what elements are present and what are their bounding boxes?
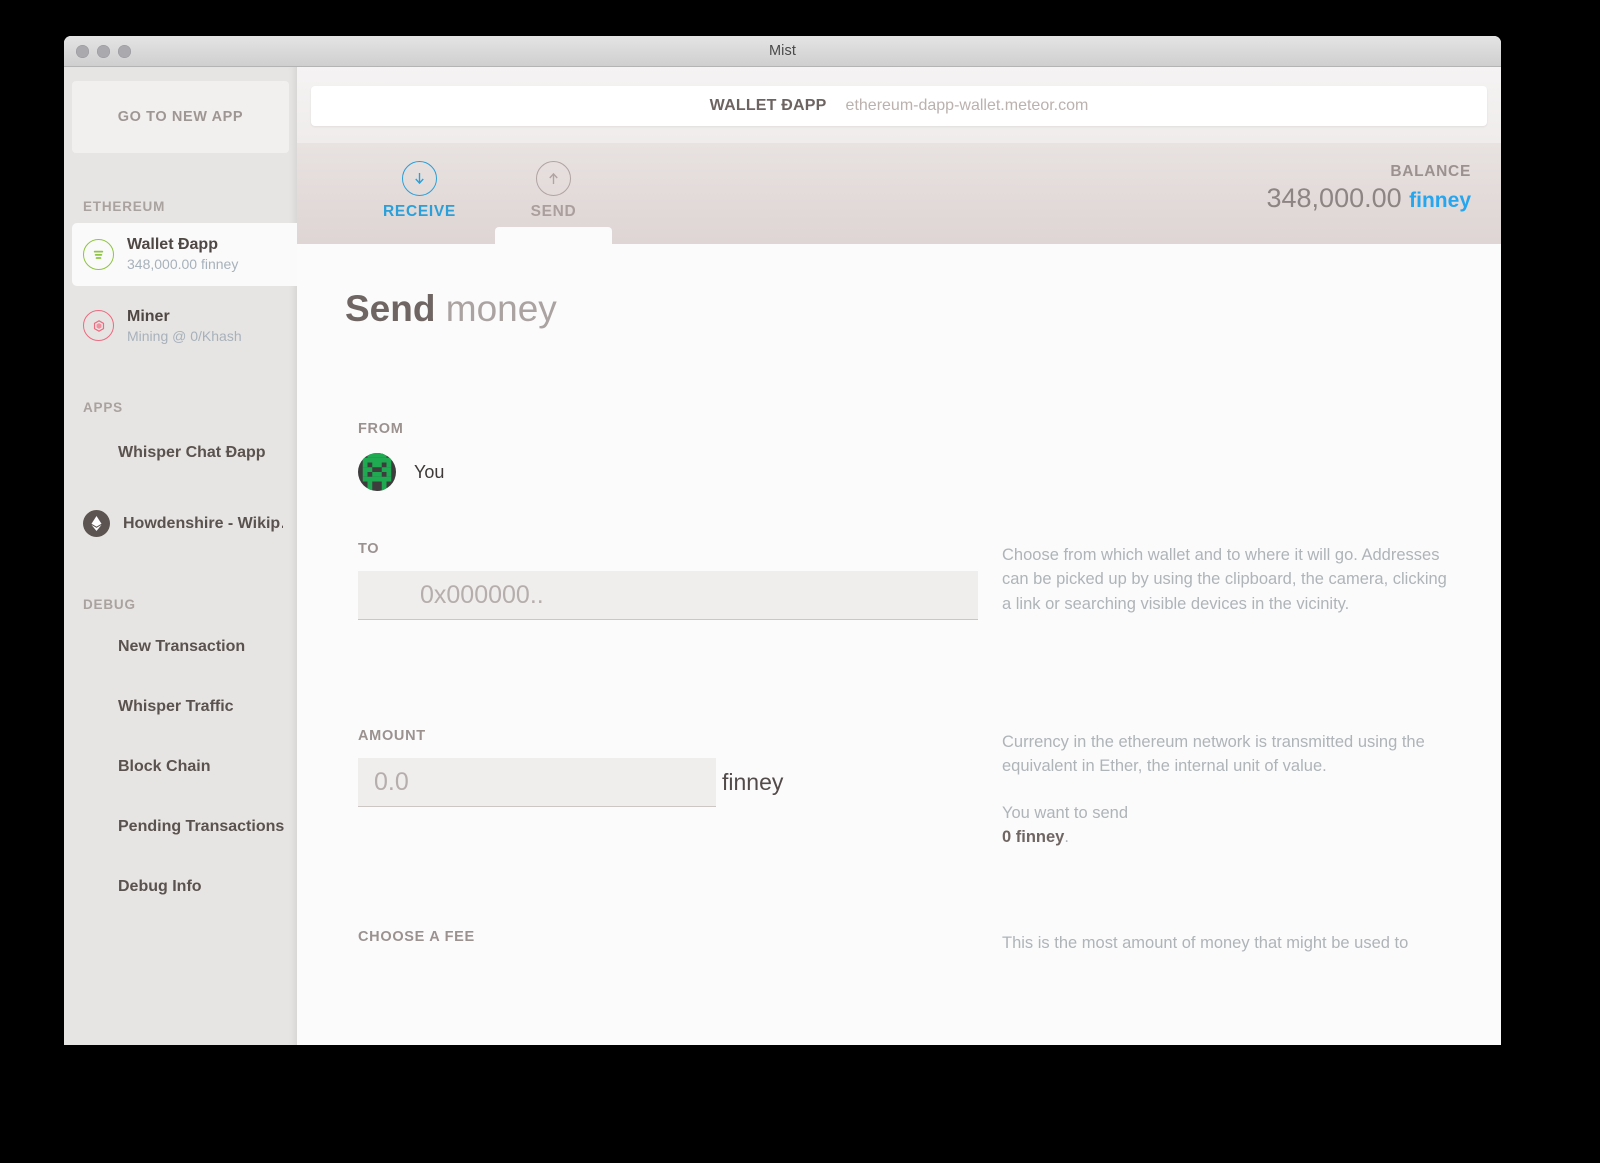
sidebar-item-debug-info[interactable]: Debug Info (64, 864, 297, 910)
sidebar-item-whisper-traffic[interactable]: Whisper Traffic (64, 684, 297, 730)
window-titlebar: Mist (64, 36, 1501, 67)
address-bar[interactable]: WALLET ĐAPP ethereum-dapp-wallet.meteor.… (311, 86, 1487, 126)
fee-column: CHOOSE A FEE (358, 929, 978, 955)
amount-summary-suffix: . (1064, 827, 1069, 846)
window-body: GO TO NEW APP ETHEREUM Wallet Đapp 348,0… (64, 67, 1501, 1045)
wallet-tabbar: RECEIVE SEND BALANCE 348,000.00 finney (297, 143, 1501, 244)
blockie-identicon (358, 453, 396, 491)
tab-send[interactable]: SEND (495, 143, 612, 244)
balance-row: 348,000.00 finney (1267, 183, 1472, 214)
window-title: Mist (769, 43, 796, 59)
amount-help-text: Currency in the ethereum network is tran… (1002, 733, 1425, 776)
tab-receive-label: RECEIVE (383, 203, 456, 220)
balance-unit: finney (1409, 189, 1471, 212)
sidebar-item-block-chain[interactable]: Block Chain (64, 744, 297, 790)
miner-name: Miner (127, 307, 170, 325)
amount-input[interactable] (358, 758, 716, 807)
wallet-icon (83, 238, 114, 270)
sidebar-item-new-transaction[interactable]: New Transaction (64, 624, 297, 670)
howdenshire-label: Howdenshire - Wikip… (123, 514, 283, 532)
to-field-group: TO Choose from which wallet and to where… (358, 541, 1455, 620)
tab-receive[interactable]: RECEIVE (361, 143, 478, 244)
amount-input-row: finney (358, 758, 978, 807)
arrow-up-circle-icon (536, 161, 571, 196)
amount-help-spacer (1002, 779, 1455, 801)
page-title-bold: Send (345, 288, 436, 329)
from-help-column (1002, 421, 1455, 491)
amount-unit-label: finney (722, 768, 784, 795)
tab-send-label: SEND (530, 203, 577, 220)
choose-a-fee-label: CHOOSE A FEE (358, 929, 475, 945)
miner-icon (83, 310, 114, 342)
dapp-name-label: WALLET ĐAPP (709, 97, 827, 114)
amount-summary: You want to send 0 finney. (1002, 801, 1455, 850)
sidebar-section-ethereum: ETHEREUM (83, 199, 166, 214)
sidebar-item-pending-transactions[interactable]: Pending Transactions (64, 804, 297, 850)
amount-label: AMOUNT (358, 728, 426, 744)
mist-application-window: Mist GO TO NEW APP ETHEREUM Wallet Đapp … (64, 36, 1501, 1045)
balance-label: BALANCE (1390, 163, 1471, 180)
go-to-new-app-button[interactable]: GO TO NEW APP (72, 81, 289, 153)
balance-block: BALANCE 348,000.00 finney (1267, 163, 1472, 214)
arrow-down-circle-icon (402, 161, 437, 196)
sidebar: GO TO NEW APP ETHEREUM Wallet Đapp 348,0… (64, 67, 297, 1045)
wallet-dapp-texts: Wallet Đapp 348,000.00 finney (127, 235, 238, 274)
amount-field-group: AMOUNT finney Currency in the ethereum n… (358, 728, 1455, 849)
main-panel: WALLET ĐAPP ethereum-dapp-wallet.meteor.… (297, 67, 1501, 1045)
amount-column: AMOUNT finney (358, 728, 978, 849)
sidebar-item-howdenshire[interactable]: Howdenshire - Wikip… (64, 497, 297, 550)
active-tab-indicator (495, 227, 612, 244)
page-title-light: money (445, 288, 557, 329)
from-account-row[interactable]: You (358, 453, 978, 491)
from-field-group: FROM You (358, 421, 1455, 491)
dapp-url-text: ethereum-dapp-wallet.meteor.com (845, 97, 1089, 114)
to-address-input[interactable] (358, 571, 978, 620)
balance-value: 348,000.00 (1266, 183, 1402, 213)
from-label: FROM (358, 421, 404, 437)
amount-summary-value: 0 finney (1002, 827, 1065, 846)
to-help-text: Choose from which wallet and to where it… (1002, 546, 1447, 613)
to-label: TO (358, 541, 380, 557)
ethereum-favicon (83, 510, 110, 537)
from-account-name: You (414, 461, 445, 482)
to-column: TO (358, 541, 978, 620)
sidebar-item-miner[interactable]: Miner Mining @ 0/Khash (64, 295, 297, 358)
sidebar-section-apps: APPS (83, 400, 123, 415)
page-title: Send money (345, 288, 1465, 330)
wallet-dapp-name: Wallet Đapp (127, 236, 218, 253)
amount-help-column: Currency in the ethereum network is tran… (1002, 728, 1455, 849)
amount-summary-prefix: You want to send (1002, 803, 1128, 822)
miner-texts: Miner Mining @ 0/Khash (127, 307, 242, 346)
sidebar-section-debug: DEBUG (83, 597, 136, 612)
sidebar-item-whisper-chat-dapp[interactable]: Whisper Chat Đapp (64, 431, 297, 475)
fee-help-text: This is the most amount of money that mi… (1002, 934, 1409, 952)
from-column: FROM You (358, 421, 978, 491)
miner-status: Mining @ 0/Khash (127, 327, 242, 344)
fee-field-group: CHOOSE A FEE This is the most amount of … (358, 929, 1455, 955)
send-money-content: Send money FROM You TO 0x000000.. Choose… (297, 244, 1501, 1045)
wallet-dapp-balance: 348,000.00 finney (127, 256, 239, 272)
sidebar-item-wallet-dapp[interactable]: Wallet Đapp 348,000.00 finney (72, 223, 297, 286)
urlbar-zone: WALLET ĐAPP ethereum-dapp-wallet.meteor.… (297, 67, 1501, 143)
whisper-chat-dapp-label: Whisper Chat Đapp (118, 444, 266, 461)
